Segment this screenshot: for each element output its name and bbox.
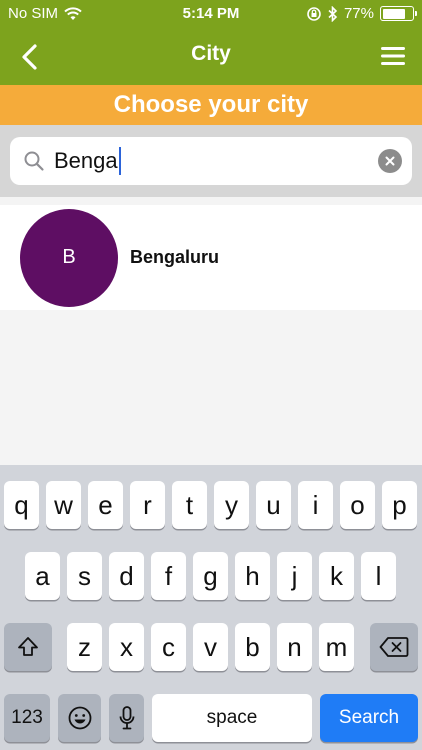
key-a[interactable]: a [25, 552, 60, 600]
key-v[interactable]: v [193, 623, 228, 671]
key-l[interactable]: l [361, 552, 396, 600]
search-input[interactable]: Benga [10, 137, 412, 185]
search-input-value: Benga [54, 148, 118, 173]
delete-key[interactable] [370, 623, 418, 671]
key-h[interactable]: h [235, 552, 270, 600]
key-m[interactable]: m [319, 623, 354, 671]
key-z[interactable]: z [67, 623, 102, 671]
page-title: City [191, 42, 231, 65]
backspace-icon [379, 637, 409, 657]
hamburger-menu-icon[interactable] [378, 42, 408, 70]
key-f[interactable]: f [151, 552, 186, 600]
key-s[interactable]: s [67, 552, 102, 600]
city-name: Bengaluru [130, 247, 220, 267]
dictation-key[interactable] [109, 694, 144, 742]
key-q[interactable]: q [4, 481, 39, 529]
search-key[interactable]: Search [320, 694, 418, 742]
clear-icon[interactable] [378, 149, 402, 173]
key-e[interactable]: e [88, 481, 123, 529]
avatar: B [20, 208, 118, 307]
close-icon [385, 156, 395, 166]
orientation-lock-icon [307, 6, 321, 21]
choose-city-banner: Choose your city [0, 85, 422, 125]
battery-percent: 77% [343, 5, 374, 22]
list-item[interactable]: B Bengaluru [0, 205, 422, 310]
key-c[interactable]: c [151, 623, 186, 671]
emoji-icon [68, 706, 91, 730]
search-bar-container: Benga [0, 125, 422, 197]
battery-icon [380, 6, 417, 21]
key-x[interactable]: x [109, 623, 144, 671]
key-j[interactable]: j [277, 552, 312, 600]
microphone-icon [119, 706, 134, 730]
key-d[interactable]: d [109, 552, 144, 600]
key-p[interactable]: p [382, 481, 417, 529]
header: No SIM 5:14 PM 77% City [0, 0, 422, 85]
nav-bar: City [0, 28, 422, 85]
keyboard: q w e r t y u i o p a s d f g h j k l z … [0, 465, 422, 750]
emoji-key[interactable] [58, 694, 101, 742]
key-b[interactable]: b [235, 623, 270, 671]
shift-icon [18, 637, 38, 656]
shift-key[interactable] [4, 623, 52, 671]
search-icon [24, 151, 44, 171]
text-caret [118, 147, 121, 175]
key-u[interactable]: u [256, 481, 291, 529]
key-w[interactable]: w [46, 481, 81, 529]
key-n[interactable]: n [277, 623, 312, 671]
key-t[interactable]: t [172, 481, 207, 529]
key-y[interactable]: y [214, 481, 249, 529]
key-g[interactable]: g [193, 552, 228, 600]
numbers-key[interactable]: 123 [4, 694, 50, 742]
status-bar: No SIM 5:14 PM 77% [0, 0, 422, 28]
key-i[interactable]: i [298, 481, 333, 529]
key-r[interactable]: r [130, 481, 165, 529]
key-k[interactable]: k [319, 552, 354, 600]
key-o[interactable]: o [340, 481, 375, 529]
bluetooth-icon [328, 5, 338, 22]
space-key[interactable]: space [152, 694, 312, 742]
